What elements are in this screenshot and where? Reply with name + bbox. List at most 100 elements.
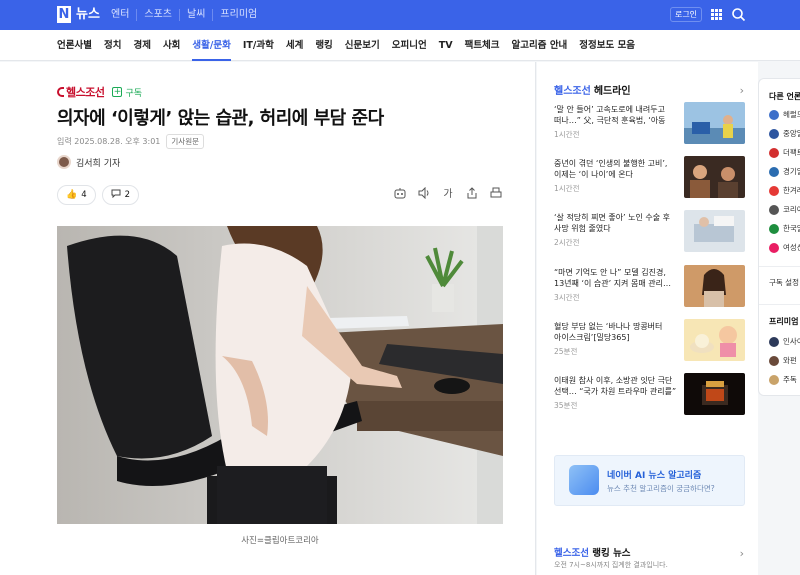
divider (759, 266, 800, 267)
news-thumbnail (684, 265, 745, 307)
other-press-panel: 다른 언론사 헤럴드중앙일더팩트경기일한겨레코리아한국일여성신 구독 설정 프리… (758, 78, 800, 396)
category-tab[interactable]: 세계 (286, 30, 303, 61)
share-icon[interactable] (462, 187, 482, 203)
headline-section-title[interactable]: 헬스조선 헤드라인 (554, 82, 631, 97)
top-nav-premium[interactable]: 프리미엄 (212, 9, 264, 21)
news-title: 혈당 부담 없는 ‘바나나 땅콩버터 아이스크림’[밀당365] (554, 322, 663, 342)
ranking-chevron-icon[interactable]: › (740, 547, 744, 560)
headline-news-item[interactable]: “마면 기억도 안 나” 모델 김진경, 13년째 ‘이 습관’ 지켜 몸매 관… (554, 265, 747, 312)
naver-logo[interactable]: N (57, 6, 71, 23)
news-title: “마면 기억도 안 나” 모델 김진경, 13년째 ‘이 습관’ 지켜 몸매 관… (554, 268, 671, 288)
other-press-item[interactable]: 코리아 (769, 204, 800, 215)
news-thumbnail (684, 102, 745, 144)
headline-news-item[interactable]: ‘말 안 들어’ 고속도로에 내려두고 떠나…” 父, 극단적 훈육법, ‘아동… (554, 102, 747, 149)
headline-news-item[interactable]: 이태원 참사 이후, 소방관 잇단 극단 선택… “국가 차원 트라우마 관리를… (554, 373, 747, 420)
chevron-right-icon[interactable]: › (740, 84, 744, 97)
headline-news-item[interactable]: 혈당 부담 없는 ‘바나나 땅콩버터 아이스크림’[밀당365] 25분전 (554, 319, 747, 366)
ranking-section-title[interactable]: 헬스조선 랭킹 뉴스 (554, 545, 631, 559)
ai-algorithm-banner[interactable]: 네이버 AI 뉴스 알고리즘 뉴스 추천 알고리즘이 궁금하다면? (554, 455, 745, 506)
other-press-item[interactable]: 여성신 (769, 242, 800, 253)
top-nav-sports[interactable]: 스포츠 (136, 9, 179, 21)
date-label: 입력 (57, 137, 72, 146)
comment-icon (111, 189, 121, 201)
press-logo-icon (769, 223, 779, 234)
ranking-press: 헬스조선 (554, 548, 589, 559)
text-size-icon[interactable]: 가 (438, 187, 458, 203)
robot-summary-icon[interactable] (390, 187, 410, 203)
news-title: 이태원 참사 이후, 소방관 잇단 극단 선택… “국가 차원 트라우마 관리를… (554, 376, 677, 396)
comment-count: 2 (124, 190, 131, 200)
other-press-item[interactable]: 중앙일 (769, 128, 800, 139)
news-title: 중년이 겪던 ‘인생의 불행한 고비’, 이제는 ‘이 나이’에 온다 (554, 159, 668, 179)
search-icon[interactable] (731, 7, 746, 22)
news-time: 35분전 (554, 401, 578, 410)
dateline: 입력 2025.08.28. 오후 3:01 기사원문 (57, 134, 205, 149)
category-tab[interactable]: 랭킹 (315, 30, 332, 61)
subscribe-button[interactable]: + 구독 (112, 86, 142, 99)
like-button[interactable]: 👍 4 (57, 185, 96, 205)
other-press-item[interactable]: 한국일 (769, 223, 800, 234)
category-tab[interactable]: 신문보기 (345, 30, 380, 61)
headline-news-item[interactable]: ‘살 적당히 찌면 좋아’ 노인 수술 후 사망 위험 줄였다 2시간전 (554, 210, 747, 257)
news-time: 25분전 (554, 347, 578, 356)
premium-item[interactable]: 인사이 (769, 336, 800, 347)
premium-title: 프리미엄 추 (769, 317, 800, 326)
press-logo-icon (769, 204, 779, 215)
premium-item[interactable]: 주독 (769, 374, 797, 385)
category-nav: 언론사별 정치 경제 사회 생활/문화 IT/과학 세계 랭킹 신문보기 오피니언 TV 팩트체크 알고… (0, 30, 800, 61)
news-thumbnail (684, 373, 745, 415)
category-tab[interactable]: 팩트체크 (465, 30, 500, 61)
press-item-name: 여성신 (783, 243, 800, 252)
press-item-name: 코리아 (783, 205, 800, 214)
category-tab[interactable]: 정정보도 모음 (579, 30, 635, 61)
news-time: 1시간전 (554, 184, 580, 193)
article-headline: 의자에 ‘이렇게’ 앉는 습관, 허리에 부담 준다 (57, 108, 384, 129)
premium-item-name: 주독 (783, 375, 797, 384)
premium-item[interactable]: 와펀 (769, 355, 797, 366)
news-thumbnail (684, 156, 745, 198)
original-article-button[interactable]: 기사원문 (166, 134, 205, 149)
speaker-icon[interactable] (414, 186, 434, 203)
category-tab[interactable]: 경제 (133, 30, 150, 61)
premium-item-name: 인사이 (783, 337, 800, 346)
news-thumbnail (684, 319, 745, 361)
headline-news-item[interactable]: 중년이 겪던 ‘인생의 불행한 고비’, 이제는 ‘이 나이’에 온다 1시간전 (554, 156, 747, 203)
category-tab[interactable]: 정치 (104, 30, 121, 61)
press-logo-icon (769, 128, 779, 139)
category-tab[interactable]: IT/과학 (243, 30, 274, 61)
news-thumbnail (684, 210, 745, 252)
category-tab[interactable]: TV (439, 30, 453, 61)
ranking-label: 랭킹 뉴스 (592, 548, 631, 559)
reporter[interactable]: 김서희 기자 (57, 155, 120, 169)
category-tab[interactable]: 언론사별 (57, 30, 92, 61)
other-press-item[interactable]: 더팩트 (769, 147, 800, 158)
other-press-item[interactable]: 헤럴드 (769, 109, 800, 120)
category-tab[interactable]: 생활/문화 (192, 30, 232, 61)
login-button[interactable]: 로그인 (670, 7, 702, 22)
category-tab[interactable]: 사회 (163, 30, 180, 61)
press-logo-icon (769, 147, 779, 158)
news-time: 1시간전 (554, 130, 580, 139)
news-brand[interactable]: 뉴스 (76, 6, 100, 24)
category-tab[interactable]: 오피니언 (392, 30, 427, 61)
press-logo[interactable]: 헬스조선 (57, 84, 105, 100)
subscribe-settings[interactable]: 구독 설정 (769, 277, 799, 288)
other-press-item[interactable]: 경기일 (769, 166, 800, 177)
top-nav-entertain[interactable]: 엔터 (104, 9, 136, 21)
plus-icon: + (112, 87, 123, 97)
apps-grid-icon[interactable] (711, 9, 722, 20)
press-item-name: 경기일 (783, 167, 800, 176)
like-count: 4 (81, 190, 87, 200)
other-press-item[interactable]: 한겨레 (769, 185, 800, 196)
other-press-title: 다른 언론사 (769, 92, 800, 101)
news-title: ‘살 적당히 찌면 좋아’ 노인 수술 후 사망 위험 줄였다 (554, 213, 671, 233)
comment-button[interactable]: 2 (101, 185, 140, 205)
print-icon[interactable] (486, 187, 506, 203)
top-nav: 엔터 스포츠 날씨 프리미엄 (104, 9, 264, 21)
reporter-avatar (57, 155, 71, 169)
top-bar: N 뉴스 엔터 스포츠 날씨 프리미엄 로그인 (0, 0, 800, 30)
press-name: 헬스조선 (66, 86, 105, 99)
reactions-bar: 👍 4 2 (57, 185, 145, 205)
category-tab[interactable]: 알고리즘 안내 (512, 30, 568, 61)
top-nav-weather[interactable]: 날씨 (179, 9, 212, 21)
